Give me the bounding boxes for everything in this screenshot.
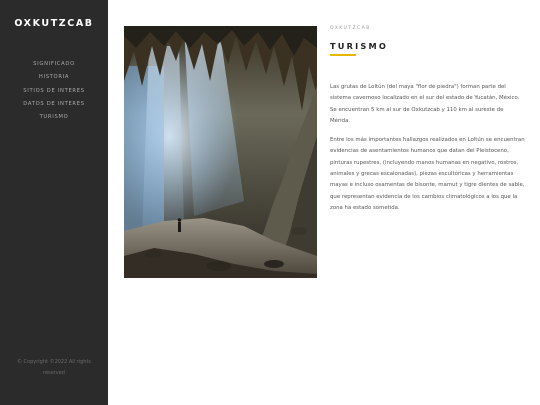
nav-item-historia[interactable]: HISTORIA: [0, 71, 108, 84]
nav-item-turismo[interactable]: TURISMO: [0, 111, 108, 124]
copyright-line-2: reserved: [43, 370, 65, 376]
nav-item-datos-de-interes[interactable]: DATOS DE INTERES: [0, 98, 108, 111]
page-title: TURISMO: [330, 41, 388, 51]
nav-item-sitios-de-interes[interactable]: SITIOS DE INTERES: [0, 85, 108, 98]
cave-photo: [124, 26, 317, 278]
sidebar: OXKUTZCAB SIGNIFICADO HISTORIA SITIOS DE…: [0, 0, 108, 405]
nav-item-significado[interactable]: SIGNIFICADO: [0, 58, 108, 71]
paragraph-findings: Entre los más importantes hallazgos real…: [330, 137, 525, 211]
site-logo[interactable]: OXKUTZCAB: [0, 18, 108, 29]
paragraph-intro: Las grutas de Loltún (del maya "flor de …: [330, 84, 520, 124]
sidebar-nav: SIGNIFICADO HISTORIA SITIOS DE INTERES D…: [0, 58, 108, 124]
copyright-line-1: © Copyright ©2022 All rights: [16, 359, 92, 365]
title-underline: [330, 54, 356, 56]
copyright: © Copyright ©2022 All rights reserved: [14, 357, 94, 379]
main-content: OXKUTZCAB TURISMO Las grutas de Loltún (…: [330, 26, 525, 214]
eyebrow-label: OXKUTZCAB: [330, 26, 371, 31]
